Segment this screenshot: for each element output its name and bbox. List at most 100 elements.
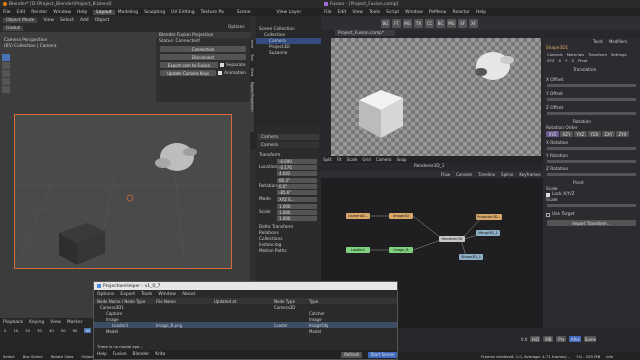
transport-hiq[interactable]: HiQ <box>530 336 541 342</box>
transform-orientation[interactable]: Global <box>3 25 24 31</box>
scale-x[interactable]: 1.000 <box>277 204 317 209</box>
transport-aprx[interactable]: APrx <box>569 336 582 342</box>
helper-menu-export[interactable]: Export <box>120 292 135 297</box>
timeline-keying[interactable]: Keying <box>29 320 44 325</box>
side-tab-item[interactable]: Item <box>250 40 254 54</box>
disconnect-button[interactable]: Disconnect <box>160 54 246 60</box>
flow-node-shape3d[interactable]: Shape3D_1 <box>459 254 483 260</box>
scale-tool-icon[interactable] <box>2 86 10 93</box>
viewer-grid[interactable]: Grid <box>362 157 370 162</box>
rot-order-yzx[interactable]: YZX <box>588 131 601 137</box>
lock-xyz-checkbox[interactable] <box>546 192 550 197</box>
side-tab-tool[interactable]: Tool <box>250 54 254 68</box>
axis-xyz[interactable]: XYZ <box>547 58 555 63</box>
tool-ft-icon[interactable]: FT <box>392 18 401 28</box>
col-node-type[interactable]: Node Type <box>274 299 309 304</box>
viewer-scale[interactable]: Scale <box>347 157 358 162</box>
fusion-menu-tools[interactable]: Tools <box>369 10 380 15</box>
rotation-mode[interactable]: XYZ E... <box>277 197 317 202</box>
menu-help[interactable]: Help <box>77 10 87 15</box>
fusion-menu-script[interactable]: Script <box>386 10 399 15</box>
fusion-menu-reactor[interactable]: Reactor <box>453 10 470 15</box>
side-tab-fusion-projection[interactable]: Fusion Projection <box>250 82 254 132</box>
tab-sculpting[interactable]: Sculpting <box>141 10 168 15</box>
tab-flow[interactable]: Flow <box>441 172 450 177</box>
section-motion-paths[interactable]: Motion Paths <box>256 248 321 254</box>
tab-uv-editing[interactable]: UV Editing <box>168 10 197 15</box>
helper-menu-window[interactable]: Window <box>158 292 176 297</box>
fusion-menu-edit[interactable]: Edit <box>338 10 347 15</box>
x-offset-slider[interactable] <box>547 84 636 87</box>
tab-keyframes[interactable]: Keyframes <box>519 172 540 177</box>
tool-bc-icon[interactable]: BC <box>436 18 445 28</box>
rot-order-zxy[interactable]: ZXY <box>602 131 615 137</box>
options-label[interactable]: Options <box>225 24 245 30</box>
rotation-y[interactable]: 0.0° <box>277 184 317 189</box>
tab-texture-paint[interactable]: Texture Pa <box>198 10 227 15</box>
transport-prx[interactable]: Prx <box>556 336 567 342</box>
subtab-controls[interactable]: Controls <box>547 52 563 57</box>
viewport-menu-view[interactable]: View <box>43 18 54 23</box>
inspector-tab-modifiers[interactable]: Modifiers <box>609 39 627 44</box>
y-rotation-slider[interactable] <box>547 160 636 163</box>
view-layer-selector[interactable]: View Layer <box>277 10 302 15</box>
scale-z[interactable]: 1.000 <box>277 216 317 221</box>
tool-sf-icon[interactable]: SF <box>458 18 467 28</box>
tool-xf-icon[interactable]: XF <box>469 18 478 28</box>
tool-mg2-icon[interactable]: MG <box>447 18 456 28</box>
rot-order-zyx[interactable]: ZYX <box>616 131 629 137</box>
rot-order-yxz[interactable]: YXZ <box>574 131 587 137</box>
scale-slider[interactable] <box>547 204 636 207</box>
fusion-menu-pemenu[interactable]: PeMenu <box>429 10 447 15</box>
scale-y[interactable]: 1.000 <box>277 210 317 215</box>
props-object-name[interactable]: Camera <box>258 134 319 140</box>
col-node-name[interactable]: Node Name / Node Type <box>94 299 156 304</box>
helper-menu-options[interactable]: Options <box>97 292 114 297</box>
rotate-tool-icon[interactable] <box>2 78 10 85</box>
mode-dropdown[interactable]: Object Mode <box>3 17 38 23</box>
axis-x[interactable]: X <box>559 58 562 63</box>
comp-tab[interactable]: Project_Fusion.comp* <box>335 30 395 36</box>
animation-checkbox[interactable] <box>218 71 223 75</box>
rotation-z[interactable]: -85.6° <box>277 190 317 195</box>
tool-tx-icon[interactable]: TX <box>414 18 423 28</box>
tool-cc-icon[interactable]: CC <box>425 18 434 28</box>
fusion-viewer[interactable] <box>331 38 541 156</box>
tab-spline[interactable]: Spline <box>501 172 513 177</box>
rotation-x[interactable]: 66.3° <box>277 178 317 183</box>
axis-pivot[interactable]: Pivot <box>578 58 587 63</box>
subtab-transform[interactable]: Transform <box>588 52 607 57</box>
fusion-menu-help[interactable]: Help <box>476 10 486 15</box>
viewer-fit[interactable]: Fit <box>337 157 342 162</box>
z-rotation-slider[interactable] <box>547 173 636 176</box>
move-tool-icon[interactable] <box>2 70 10 77</box>
start-server-button[interactable]: Start Server <box>368 351 397 358</box>
fusion-menu-view[interactable]: View <box>352 10 363 15</box>
footer-tab-fusion[interactable]: Fusion <box>113 352 127 357</box>
viewer-camera[interactable]: Camera <box>376 157 392 162</box>
transport-mb[interactable]: MB <box>543 336 554 342</box>
flow-node-image3d[interactable]: Image3D <box>389 213 413 219</box>
props-data-name[interactable]: Camera <box>258 142 319 148</box>
viewer-split[interactable]: Split <box>323 157 332 162</box>
subtab-settings[interactable]: Settings <box>611 52 627 57</box>
fusion-menu-window[interactable]: Window <box>405 10 423 15</box>
axis-z[interactable]: Z <box>571 58 574 63</box>
menu-render[interactable]: Render <box>31 10 47 15</box>
x-rotation-slider[interactable] <box>547 147 636 150</box>
fusion-menu-file[interactable]: File <box>324 10 332 15</box>
cursor-tool-icon[interactable] <box>2 62 10 69</box>
flow-node-renderer[interactable]: Renderer3D <box>439 236 465 242</box>
timeline-playback[interactable]: Playback <box>3 320 23 325</box>
subtab-materials[interactable]: Materials <box>567 52 584 57</box>
location-z[interactable]: 4.642 <box>277 171 317 176</box>
tab-console[interactable]: Console <box>456 172 472 177</box>
footer-tab-blender[interactable]: Blender <box>133 352 150 357</box>
col-updated-at[interactable]: Updated at <box>214 299 274 304</box>
location-x[interactable]: -6.690 <box>277 159 317 164</box>
flow-node-projector[interactable]: Projector3D... <box>476 214 502 220</box>
menu-window[interactable]: Window <box>53 10 71 15</box>
tool-mg-icon[interactable]: MG <box>403 18 412 28</box>
side-tab-view[interactable]: View <box>250 68 254 82</box>
update-camera-keys-button[interactable]: Update Camera Keys <box>160 70 217 76</box>
